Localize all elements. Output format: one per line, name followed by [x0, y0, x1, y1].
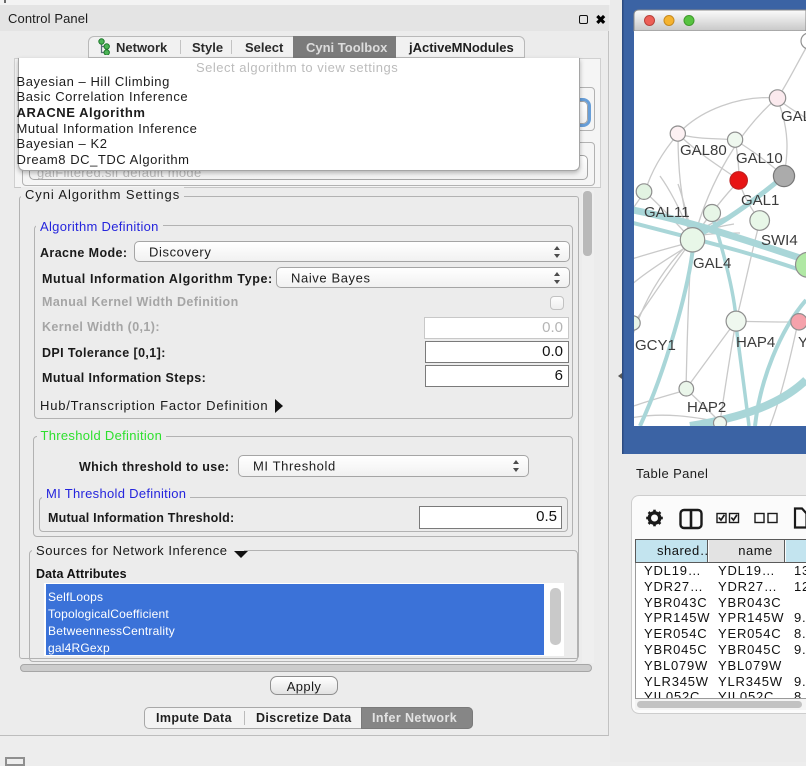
svg-text:GAL: GAL: [781, 108, 806, 125]
svg-text:GAL11: GAL11: [644, 204, 690, 221]
svg-text:GAL1: GAL1: [741, 192, 779, 209]
svg-text:GAL4: GAL4: [693, 255, 731, 272]
svg-text:SWI4: SWI4: [761, 232, 798, 249]
svg-text:GAL80: GAL80: [680, 142, 727, 159]
svg-text:GAL10: GAL10: [736, 150, 783, 167]
svg-text:HAP4: HAP4: [736, 334, 775, 351]
svg-text:Y: Y: [798, 334, 806, 351]
svg-text:HAP2: HAP2: [687, 399, 726, 416]
svg-text:GCY1: GCY1: [635, 337, 676, 354]
